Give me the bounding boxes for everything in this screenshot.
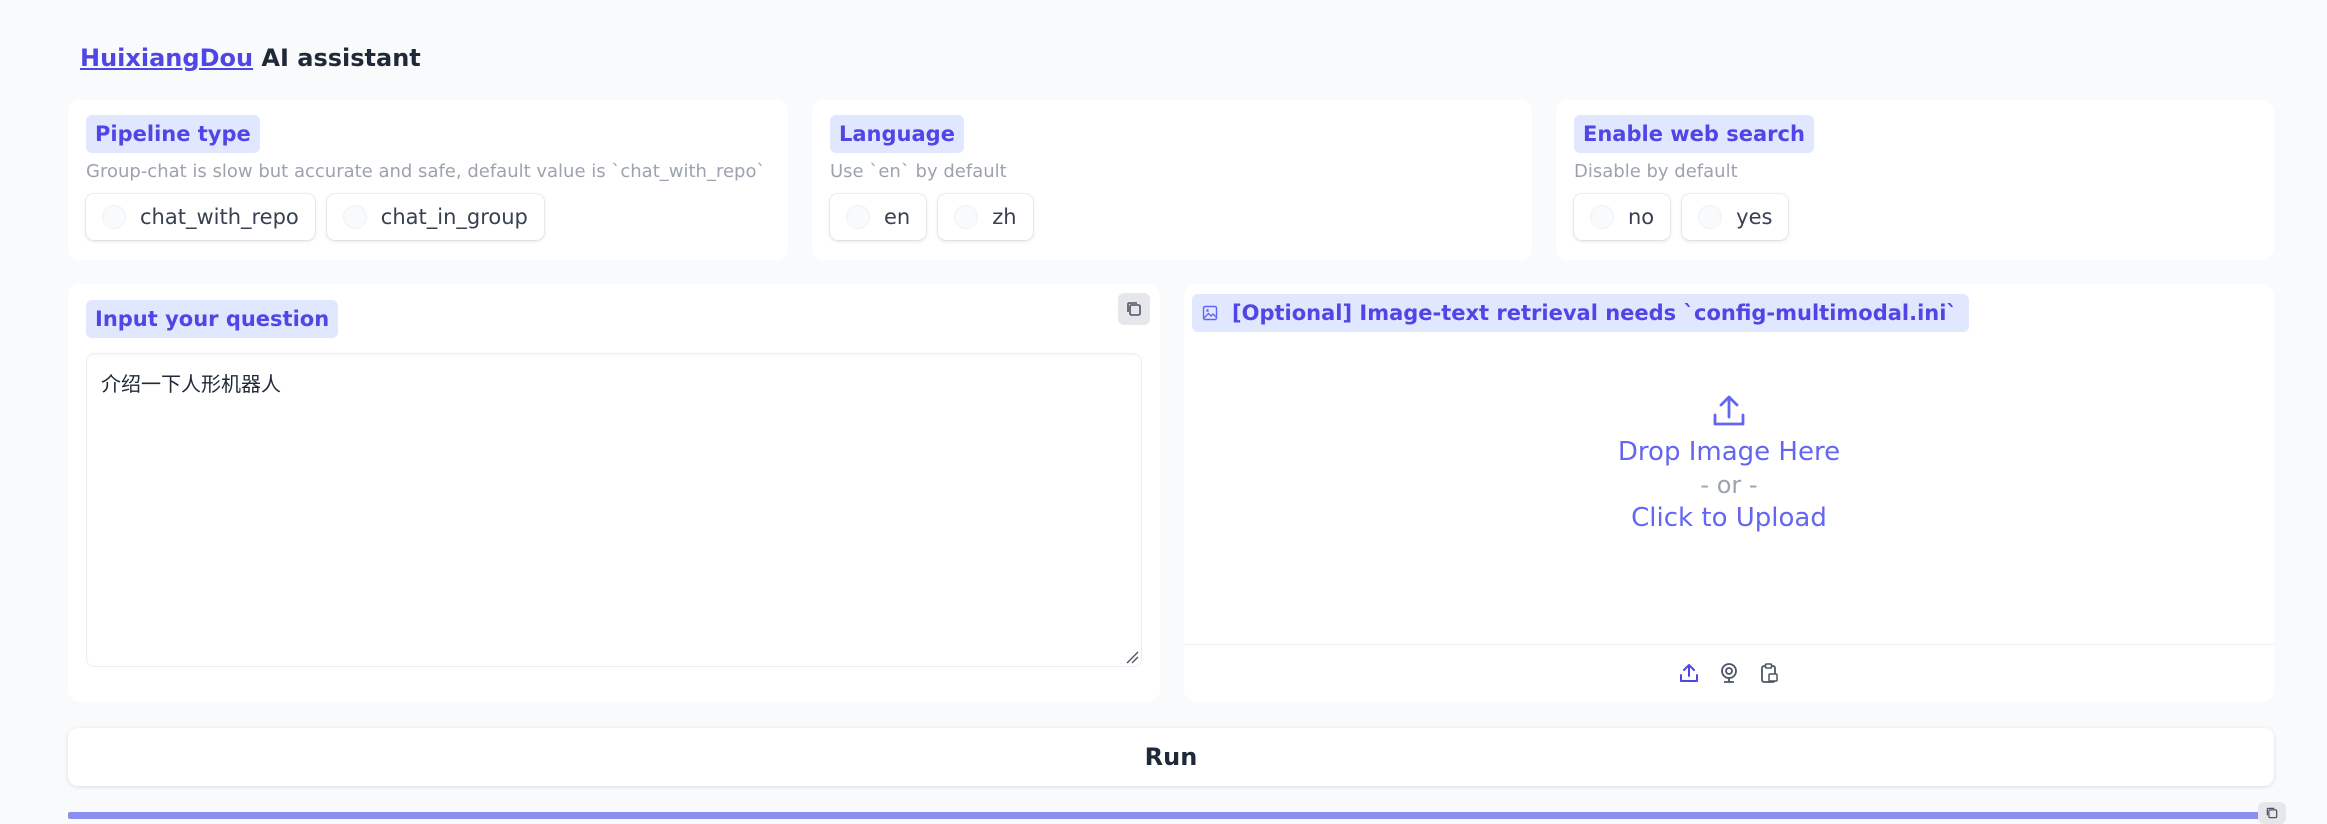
radio-no[interactable]: no — [1574, 194, 1671, 240]
pipeline-label: Pipeline type — [86, 115, 260, 153]
copy-button[interactable] — [1118, 293, 1150, 325]
image-label-text: [Optional] Image-text retrieval needs `c… — [1232, 301, 1957, 325]
or-text: - or - — [1700, 471, 1758, 499]
radio-zh[interactable]: zh — [938, 194, 1033, 240]
image-label: [Optional] Image-text retrieval needs `c… — [1192, 294, 1969, 332]
radio-circle[interactable] — [846, 205, 870, 229]
brand-link[interactable]: HuixiangDou — [80, 44, 253, 72]
radio-circle[interactable] — [1590, 205, 1614, 229]
web-search-card: Enable web search Disable by default no … — [1556, 100, 2274, 260]
image-source-toolbar — [1184, 644, 2274, 701]
upload-icon[interactable] — [1678, 662, 1700, 684]
radio-circle[interactable] — [954, 205, 979, 229]
radio-label: en — [884, 205, 911, 229]
copy-icon — [1127, 302, 1141, 316]
image-icon — [1202, 305, 1218, 321]
resize-handle-icon[interactable] — [1125, 650, 1139, 664]
question-label: Input your question — [86, 300, 339, 338]
radio-label: yes — [1736, 205, 1773, 229]
upload-arrow-icon — [1713, 395, 1745, 426]
radio-circle[interactable] — [342, 205, 367, 229]
copy-icon — [2266, 807, 2278, 819]
radio-label: zh — [992, 205, 1017, 229]
page-title: HuixiangDou AI assistant — [80, 44, 421, 72]
drop-image-text: Drop Image Here — [1617, 437, 1841, 467]
language-hint: Use `en` by default — [830, 161, 1007, 182]
image-dropzone[interactable]: Drop Image Here - or - Click to Upload — [1184, 345, 2274, 643]
radio-label: chat_in_group — [380, 205, 528, 229]
run-button-label: Run — [1144, 743, 1198, 771]
pipeline-hint: Group-chat is slow but accurate and safe… — [86, 161, 766, 182]
question-text[interactable]: 介绍一下人形机器人 — [101, 368, 281, 397]
click-to-upload-text[interactable]: Click to Upload — [1184, 503, 2274, 533]
title-rest: AI assistant — [253, 44, 421, 72]
radio-label: chat_with_repo — [140, 205, 299, 229]
webcam-icon[interactable] — [1718, 662, 1740, 684]
language-card: Language Use `en` by default en zh — [812, 100, 1532, 260]
web-search-label: Enable web search — [1574, 115, 1814, 153]
radio-chat-in-group[interactable]: chat_in_group — [326, 194, 544, 240]
radio-circle[interactable] — [102, 205, 126, 229]
radio-yes[interactable]: yes — [1682, 194, 1789, 240]
web-search-hint: Disable by default — [1574, 161, 1738, 182]
radio-label: no — [1628, 205, 1655, 229]
radio-circle[interactable] — [1698, 205, 1723, 229]
pipeline-card: Pipeline type Group-chat is slow but acc… — [68, 100, 788, 260]
question-textarea[interactable]: 介绍一下人形机器人 — [86, 353, 1142, 667]
clipboard-icon[interactable] — [1758, 662, 1780, 684]
radio-chat-with-repo[interactable]: chat_with_repo — [86, 194, 315, 240]
run-button[interactable]: Run — [68, 728, 2274, 786]
radio-en[interactable]: en — [830, 194, 927, 240]
language-label: Language — [830, 115, 964, 153]
progress-bar — [68, 812, 2274, 819]
